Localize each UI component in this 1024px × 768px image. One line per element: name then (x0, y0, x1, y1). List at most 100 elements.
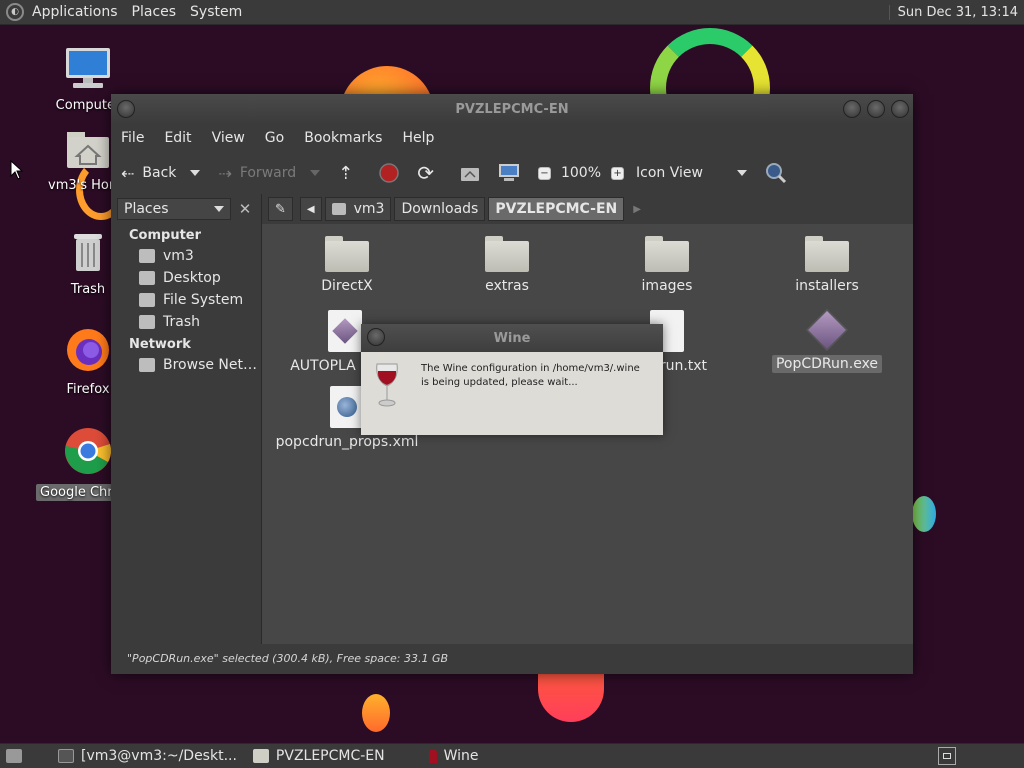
menu-help[interactable]: Help (402, 130, 434, 146)
dialog-body: The Wine configuration in /home/vm3/.win… (361, 352, 663, 420)
path-bar: ✎ ◀ vm3 Downloads PVZLEPCMC-EN ▶ (262, 194, 913, 224)
search-button[interactable] (765, 162, 787, 184)
minimize-button[interactable] (843, 100, 861, 118)
chevron-left-icon: ◀ (306, 203, 315, 215)
zoom-out-icon: − (537, 166, 551, 180)
menu-file[interactable]: File (121, 130, 144, 146)
show-desktop-button[interactable] (0, 744, 28, 768)
sidebar-section-computer: Computer (129, 228, 202, 243)
show-desktop-icon (6, 749, 22, 763)
wine-dialog: Wine The Wine configuration in /home/vm3… (361, 324, 663, 435)
menu-places[interactable]: Places (132, 4, 177, 20)
computer-icon (66, 48, 110, 88)
menu-view[interactable]: View (212, 130, 245, 146)
maximize-button[interactable] (867, 100, 885, 118)
menu-bookmarks[interactable]: Bookmarks (304, 130, 382, 146)
executable-icon (805, 308, 849, 352)
search-icon (765, 163, 787, 184)
menu-edit[interactable]: Edit (164, 130, 191, 146)
edit-location-button[interactable]: ✎ (268, 197, 293, 221)
forward-dropdown-icon[interactable] (310, 170, 321, 176)
breadcrumb-downloads[interactable]: Downloads (394, 197, 486, 221)
sidebar-section-network: Network (129, 337, 191, 352)
menubar: File Edit View Go Bookmarks Help (111, 124, 913, 152)
reload-icon: ⟳ (417, 161, 434, 185)
menu-applications[interactable]: Applications (32, 4, 118, 20)
task-wine[interactable]: Wine (421, 744, 487, 768)
file-item-extras[interactable]: extras (432, 236, 582, 294)
menu-go[interactable]: Go (265, 130, 284, 146)
sidebar-item-vm3[interactable]: vm3 (111, 245, 261, 267)
file-item-images[interactable]: images (592, 236, 742, 294)
workspace-switcher[interactable] (938, 747, 956, 765)
sidebar-item-filesystem[interactable]: File System (111, 289, 261, 311)
view-mode-dropdown-icon (736, 170, 747, 176)
view-mode-select[interactable]: Icon View (636, 165, 747, 181)
sidebar-header: Places ✕ (111, 194, 261, 224)
folder-icon (645, 236, 689, 272)
breadcrumb-current[interactable]: PVZLEPCMC-EN (488, 197, 625, 221)
firefox-icon (67, 329, 109, 371)
menu-system[interactable]: System (190, 4, 242, 20)
task-file-manager[interactable]: PVZLEPCMC-EN (245, 744, 393, 768)
wallpaper-dot (912, 496, 936, 532)
file-item-directx[interactable]: DirectX (272, 236, 422, 294)
clock[interactable]: Sun Dec 31, 13:14 (888, 4, 1018, 20)
computer-button[interactable] (498, 163, 520, 183)
chrome-icon (65, 428, 111, 474)
up-button[interactable]: ⇡ (338, 163, 361, 184)
home-folder-icon (331, 203, 346, 215)
back-button[interactable]: ⇠ Back (121, 164, 201, 183)
terminal-icon (58, 749, 74, 763)
window-titlebar[interactable]: PVZLEPCMC-EN (111, 94, 913, 124)
mouse-cursor-icon (10, 160, 24, 180)
sidebar-item-browse-network[interactable]: Browse Net… (111, 354, 261, 376)
xml-file-icon (330, 386, 364, 428)
window-menu-button[interactable] (117, 100, 135, 118)
zoom-in-button[interactable]: + (611, 166, 625, 180)
zoom-level: 100% (560, 165, 602, 181)
breadcrumb-vm3[interactable]: vm3 (324, 197, 392, 221)
zoom-out-button[interactable]: − (537, 166, 551, 180)
close-button[interactable] (891, 100, 909, 118)
folder-icon (325, 236, 369, 272)
stop-button[interactable] (379, 163, 399, 183)
chevron-right-icon[interactable]: ▶ (633, 204, 641, 215)
reload-button[interactable]: ⟳ (417, 161, 442, 185)
zoom-in-icon: + (611, 166, 625, 180)
home-icon (460, 168, 479, 181)
dialog-menu-button[interactable] (367, 328, 385, 346)
home-button[interactable] (460, 164, 480, 182)
file-item-popcdrun-exe[interactable]: PopCDRun.exe (752, 308, 902, 373)
menu-logo-icon[interactable]: ◐ (6, 3, 24, 21)
wine-glass-icon (376, 363, 398, 407)
top-panel: ◐ Applications Places System Sun Dec 31,… (0, 0, 1024, 25)
sidebar: Places ✕ Computer vm3 Desktop File Syste… (111, 194, 262, 644)
window-title: PVZLEPCMC-EN (455, 101, 569, 117)
task-terminal[interactable]: [vm3@vm3:~/Deskt... (50, 744, 245, 768)
back-dropdown-icon[interactable] (190, 170, 201, 176)
path-scroll-left[interactable]: ◀ (299, 197, 322, 221)
drive-icon (139, 293, 155, 307)
folder-icon (805, 236, 849, 272)
sidebar-dropdown-icon (214, 206, 224, 212)
forward-button[interactable]: ⇢ Forward (218, 163, 321, 183)
up-arrow-icon: ⇡ (338, 162, 354, 184)
status-bar: "PopCDRun.exe" selected (300.4 kB), Free… (111, 644, 913, 672)
file-item-installers[interactable]: installers (752, 236, 902, 294)
dialog-titlebar[interactable]: Wine (361, 324, 663, 352)
computer-small-icon (498, 164, 519, 181)
trash-icon (74, 234, 102, 271)
bottom-panel: [vm3@vm3:~/Deskt... PVZLEPCMC-EN Wine (0, 743, 1024, 768)
sidebar-close-icon[interactable]: ✕ (235, 200, 255, 218)
desktop-folder-icon (139, 271, 155, 285)
stop-icon (379, 163, 399, 183)
wine-glass-icon (428, 749, 437, 763)
home-folder-icon (139, 249, 155, 263)
sidebar-item-trash[interactable]: Trash (111, 311, 261, 333)
toolbar: ⇠ Back ⇢ Forward ⇡ ⟳ − 100% + Icon View (111, 152, 913, 194)
forward-arrow-icon: ⇢ (218, 163, 232, 183)
sidebar-item-desktop[interactable]: Desktop (111, 267, 261, 289)
sidebar-places-select[interactable]: Places (117, 198, 231, 220)
wallpaper-dot (362, 694, 390, 732)
